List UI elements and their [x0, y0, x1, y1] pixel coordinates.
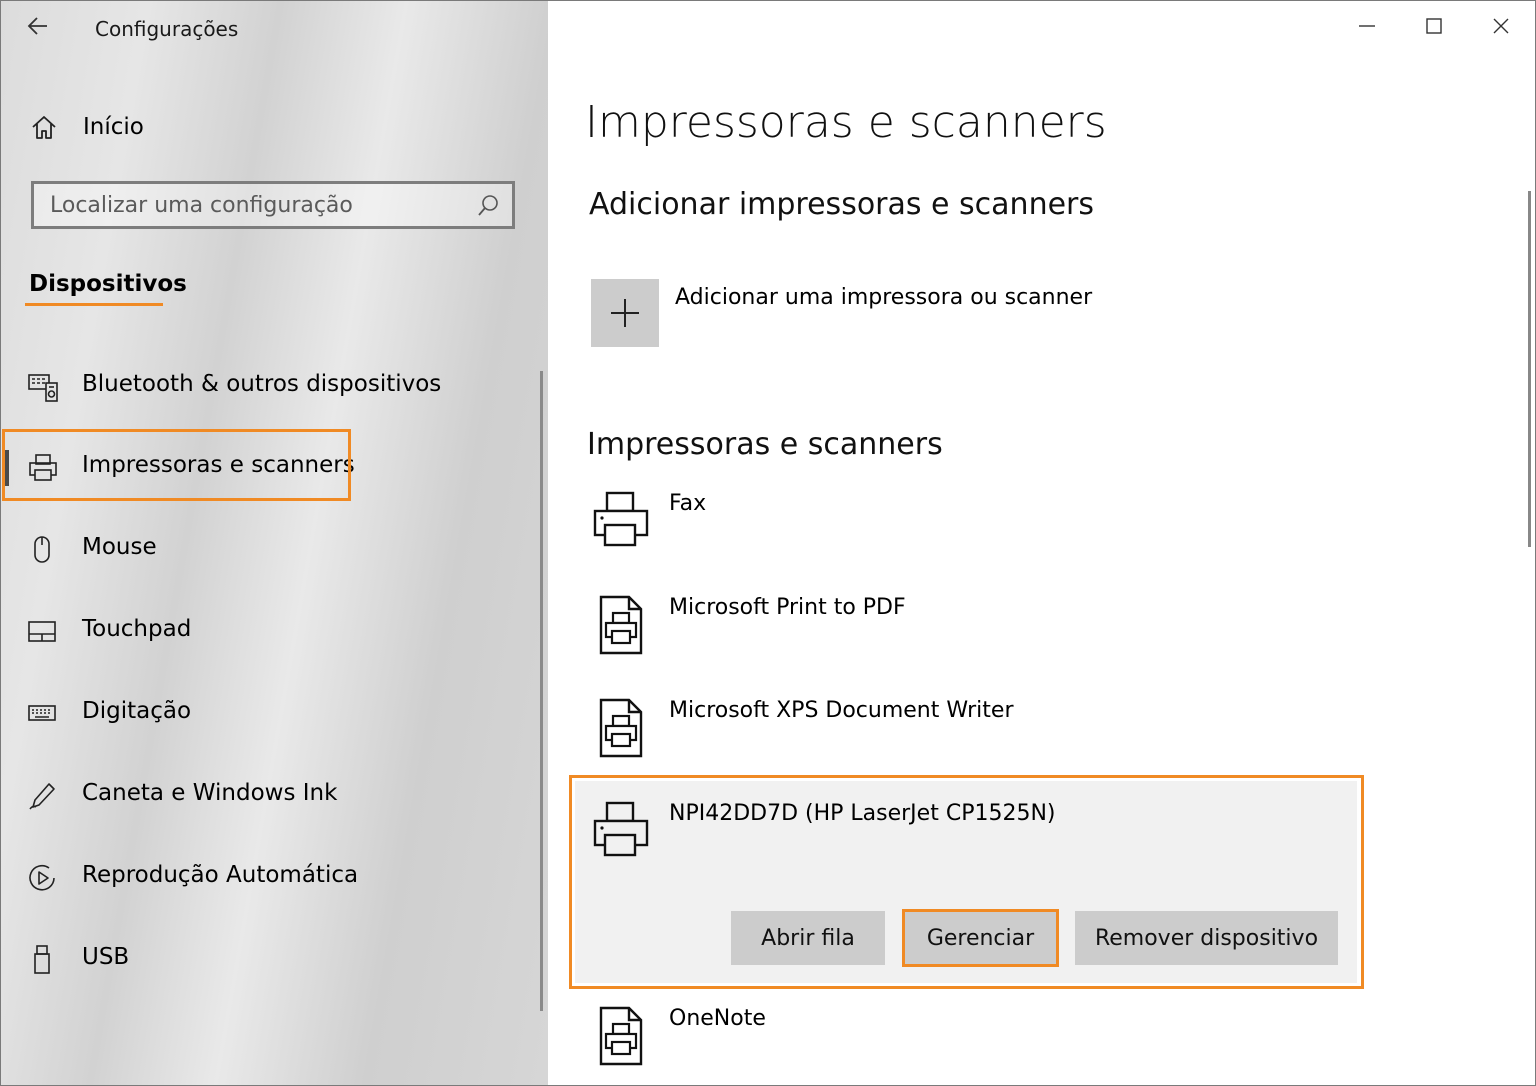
document-printer-icon — [599, 595, 643, 655]
add-printer-button[interactable] — [591, 279, 659, 347]
sidebar-item-autoplay[interactable]: Reprodução Automática — [1, 848, 541, 908]
sidebar-item-typing[interactable]: Digitação — [1, 684, 541, 744]
pen-icon — [29, 783, 55, 810]
sidebar-item-usb[interactable]: USB — [1, 930, 541, 990]
sidebar-item-label: Digitação — [82, 698, 192, 724]
close-button[interactable] — [1481, 9, 1521, 45]
sidebar-item-mouse[interactable]: Mouse — [1, 520, 541, 580]
sidebar-item-label: Mouse — [82, 534, 157, 560]
sidebar-scrollbar[interactable] — [540, 371, 543, 1011]
section-title-underline — [25, 303, 163, 306]
sidebar-item-label: Caneta e Windows Ink — [82, 780, 338, 806]
section-title: Dispositivos — [29, 271, 187, 297]
sidebar-item-highlight-frame — [2, 429, 351, 501]
sidebar-item-label: Bluetooth & outros dispositivos — [82, 371, 442, 397]
printer-name: Microsoft Print to PDF — [669, 595, 906, 620]
printer-item-onenote[interactable]: OneNote — [587, 1006, 1347, 1085]
page-title: Impressoras e scanners — [585, 97, 1107, 148]
bluetooth-devices-icon — [28, 374, 58, 402]
sidebar-item-touchpad[interactable]: Touchpad — [1, 602, 541, 662]
document-printer-icon — [599, 698, 643, 758]
main-scrollbar[interactable] — [1528, 191, 1531, 547]
sidebar-item-pen[interactable]: Caneta e Windows Ink — [1, 766, 541, 826]
add-printer-label[interactable]: Adicionar uma impressora ou scanner — [675, 285, 1092, 310]
back-arrow-icon — [27, 17, 47, 35]
printers-list-title: Impressoras e scanners — [587, 427, 943, 462]
mouse-icon — [34, 536, 50, 563]
back-button[interactable] — [25, 13, 51, 39]
sidebar-item-label: Touchpad — [82, 616, 192, 642]
search-box[interactable] — [31, 181, 515, 229]
usb-icon — [34, 945, 50, 974]
close-icon — [1493, 18, 1509, 34]
document-printer-icon — [599, 1006, 643, 1066]
search-icon — [478, 195, 498, 216]
printer-item-pdf[interactable]: Microsoft Print to PDF — [587, 595, 1347, 685]
printer-item-fax[interactable]: Fax — [587, 491, 1347, 581]
minimize-button[interactable] — [1347, 9, 1387, 45]
printer-icon — [593, 491, 649, 547]
sidebar-item-label: USB — [82, 944, 130, 970]
sidebar: Configurações Início Dispositivos — [1, 1, 548, 1085]
printer-name: Fax — [669, 491, 707, 516]
plus-icon — [611, 299, 639, 327]
autoplay-icon — [29, 864, 55, 891]
minimize-icon — [1359, 25, 1375, 27]
search-input[interactable] — [50, 190, 470, 220]
home-icon — [32, 116, 56, 139]
maximize-button[interactable] — [1414, 9, 1454, 45]
manage-button-highlight-frame — [902, 909, 1059, 967]
sidebar-item-bluetooth[interactable]: Bluetooth & outros dispositivos — [1, 357, 541, 417]
keyboard-icon — [28, 705, 56, 721]
home-label: Início — [83, 114, 144, 140]
add-section-title: Adicionar impressoras e scanners — [589, 187, 1095, 222]
printer-name: Microsoft XPS Document Writer — [669, 698, 1014, 723]
settings-window: Configurações Início Dispositivos — [0, 0, 1536, 1086]
sidebar-item-label: Reprodução Automática — [82, 862, 359, 888]
printer-name: OneNote — [669, 1006, 766, 1031]
app-title: Configurações — [95, 17, 239, 41]
maximize-icon — [1426, 18, 1442, 34]
touchpad-icon — [28, 621, 56, 642]
